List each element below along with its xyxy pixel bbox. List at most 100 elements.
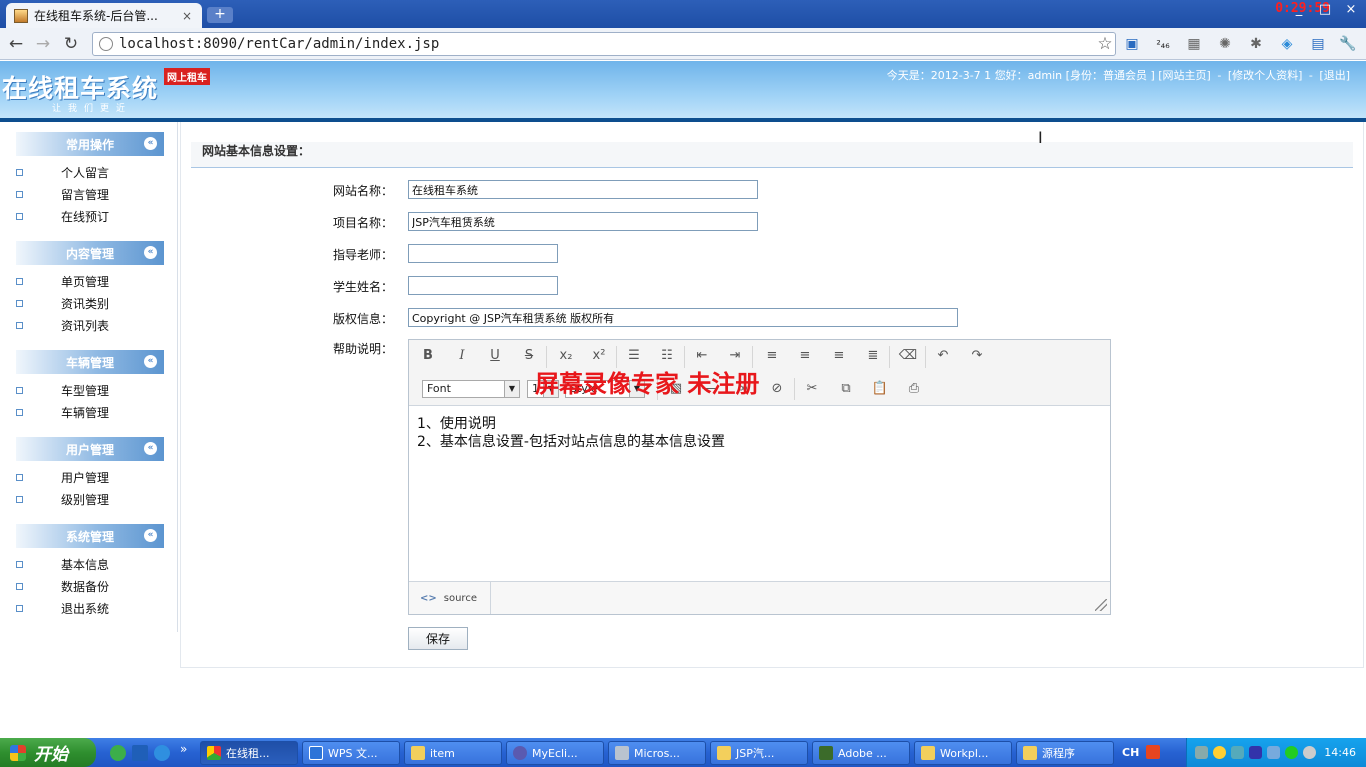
wrench-icon[interactable]: 🔧 — [1338, 34, 1358, 54]
more-chevron-icon[interactable]: » — [180, 742, 187, 756]
quicklaunch-icon[interactable] — [110, 745, 126, 761]
sidebar-item-page-manage[interactable]: 单页管理 — [16, 270, 164, 292]
menu-group-header[interactable]: 用户管理 « — [16, 437, 164, 461]
sidebar-item-label: 退出系统 — [61, 601, 110, 616]
back-arrow-icon[interactable]: ← — [6, 34, 26, 54]
tray-icon[interactable] — [1195, 746, 1208, 759]
sidebar-item-online-booking[interactable]: 在线预订 — [16, 205, 164, 227]
copy-icon[interactable]: ⧉ — [835, 378, 857, 400]
start-button[interactable]: 开始 — [0, 738, 96, 767]
ie-icon[interactable] — [154, 745, 170, 761]
collapse-icon[interactable]: « — [144, 137, 157, 150]
new-tab-button[interactable]: + — [207, 7, 233, 23]
align-right-icon[interactable]: ≡ — [828, 345, 850, 367]
sidebar-item-car-type[interactable]: 车型管理 — [16, 379, 164, 401]
tray-icon[interactable] — [1267, 746, 1280, 759]
network-icon[interactable] — [1231, 746, 1244, 759]
chat-icon[interactable] — [1249, 746, 1262, 759]
volume-icon[interactable] — [1303, 746, 1316, 759]
minimize-icon[interactable]: _ — [1292, 2, 1306, 17]
collapse-icon[interactable]: « — [144, 442, 157, 455]
sidebar-item-basic-info[interactable]: 基本信息 — [16, 553, 164, 575]
paste-icon[interactable]: 📋 — [869, 378, 891, 400]
taskbar-item[interactable]: item — [404, 741, 502, 765]
forward-arrow-icon[interactable]: → — [33, 34, 53, 54]
menu-group-header[interactable]: 内容管理 « — [16, 241, 164, 265]
maximize-icon[interactable]: □ — [1318, 2, 1332, 17]
sidebar-item-car-manage[interactable]: 车辆管理 — [16, 401, 164, 423]
collapse-icon[interactable]: « — [144, 529, 157, 542]
cut-icon[interactable]: ✂ — [801, 378, 823, 400]
sidebar-item-personal-message[interactable]: 个人留言 — [16, 161, 164, 183]
home-link[interactable]: [网站主页] — [1158, 69, 1211, 82]
edit-profile-link[interactable]: [修改个人资料] — [1228, 69, 1303, 82]
underline-icon[interactable]: U — [484, 345, 506, 367]
taskbar-item[interactable]: Micros... — [608, 741, 706, 765]
reload-icon[interactable]: ↻ — [61, 34, 81, 54]
undo-icon[interactable]: ↶ — [932, 345, 954, 367]
site-name-input[interactable] — [408, 180, 758, 199]
taskbar-item[interactable]: MyEcli... — [506, 741, 604, 765]
sidebar-item-user-manage[interactable]: 用户管理 — [16, 466, 164, 488]
tab-close-icon[interactable]: × — [180, 9, 194, 23]
address-url[interactable]: localhost:8090/rentCar/admin/index.jsp — [119, 36, 1095, 52]
sidebar-item-news-list[interactable]: 资讯列表 — [16, 314, 164, 336]
taskbar-item[interactable]: 在线租... — [200, 741, 298, 765]
bold-icon[interactable]: B — [417, 345, 439, 367]
taskbar-item[interactable]: 源程序 — [1016, 741, 1114, 765]
address-bar[interactable]: localhost:8090/rentCar/admin/index.jsp ☆ — [92, 32, 1116, 56]
sidebar-item-exit-system[interactable]: 退出系统 — [16, 597, 164, 619]
collapse-icon[interactable]: « — [144, 355, 157, 368]
editor-footer: <> source — [409, 581, 1110, 614]
student-input[interactable] — [408, 276, 558, 295]
italic-icon[interactable]: I — [451, 345, 473, 367]
sidebar-item-level-manage[interactable]: 级别管理 — [16, 488, 164, 510]
bug-extension-icon[interactable]: ✱ — [1246, 34, 1266, 54]
window-close-icon[interactable]: × — [1344, 2, 1358, 17]
resize-handle-icon[interactable] — [1095, 599, 1107, 611]
menu-group-header[interactable]: 车辆管理 « — [16, 350, 164, 374]
apps-grid-icon[interactable]: ▦ — [1184, 34, 1204, 54]
redo-icon[interactable]: ↷ — [966, 345, 988, 367]
settings-gear-icon[interactable]: ✺ — [1215, 34, 1235, 54]
menu-group-header[interactable]: 常用操作 « — [16, 132, 164, 156]
browser-tab[interactable]: 在线租车系统-后台管... × — [6, 3, 202, 28]
save-button[interactable]: 保存 — [408, 627, 468, 650]
security-icon[interactable] — [1285, 746, 1298, 759]
input-method-icon[interactable] — [1146, 745, 1160, 759]
taskbar-item[interactable]: Adobe ... — [812, 741, 910, 765]
counter-extension-icon[interactable]: ²₄₆ — [1153, 34, 1173, 54]
print-icon[interactable]: ⎙ — [903, 378, 925, 400]
sidebar-item-data-backup[interactable]: 数据备份 — [16, 575, 164, 597]
collapse-icon[interactable]: « — [144, 246, 157, 259]
qq-icon[interactable] — [1213, 746, 1226, 759]
sidebar-item-message-manage[interactable]: 留言管理 — [16, 183, 164, 205]
ie-tab-icon[interactable]: ▤ — [1308, 34, 1328, 54]
copyright-input[interactable] — [408, 308, 958, 327]
menu-group-title: 常用操作 — [65, 137, 114, 152]
taskbar-item[interactable]: JSP汽... — [710, 741, 808, 765]
sidebar-item-news-category[interactable]: 资讯类别 — [16, 292, 164, 314]
taskbar-item-label: Micros... — [634, 746, 680, 760]
source-button[interactable]: <> source — [409, 582, 491, 614]
logout-link[interactable]: [退出] — [1319, 69, 1350, 82]
font-select[interactable]: Font ▼ — [422, 380, 520, 398]
show-desktop-icon[interactable] — [132, 745, 148, 761]
unlink-icon[interactable]: ⊘ — [766, 378, 788, 400]
editor-content[interactable]: 1、使用说明 2、基本信息设置-包括对站点信息的基本信息设置 — [409, 407, 1110, 581]
taskbar-item[interactable]: Workpl... — [914, 741, 1012, 765]
language-indicator[interactable]: CH — [1122, 746, 1139, 759]
shield-extension-icon[interactable]: ◈ — [1277, 34, 1297, 54]
project-name-input[interactable] — [408, 212, 758, 231]
align-center-icon[interactable]: ≡ — [794, 345, 816, 367]
screen-icon[interactable]: ▣ — [1122, 34, 1142, 54]
page-info-icon[interactable] — [99, 37, 113, 51]
taskbar-item[interactable]: WPS 文... — [302, 741, 400, 765]
menu-group-header[interactable]: 系统管理 « — [16, 524, 164, 548]
align-justify-icon[interactable]: ≣ — [862, 345, 884, 367]
align-left-icon[interactable]: ≡ — [761, 345, 783, 367]
bookmark-star-icon[interactable]: ☆ — [1095, 34, 1115, 54]
chrome-icon — [207, 746, 221, 760]
remove-format-icon[interactable]: ⌫ — [897, 345, 919, 367]
teacher-input[interactable] — [408, 244, 558, 263]
